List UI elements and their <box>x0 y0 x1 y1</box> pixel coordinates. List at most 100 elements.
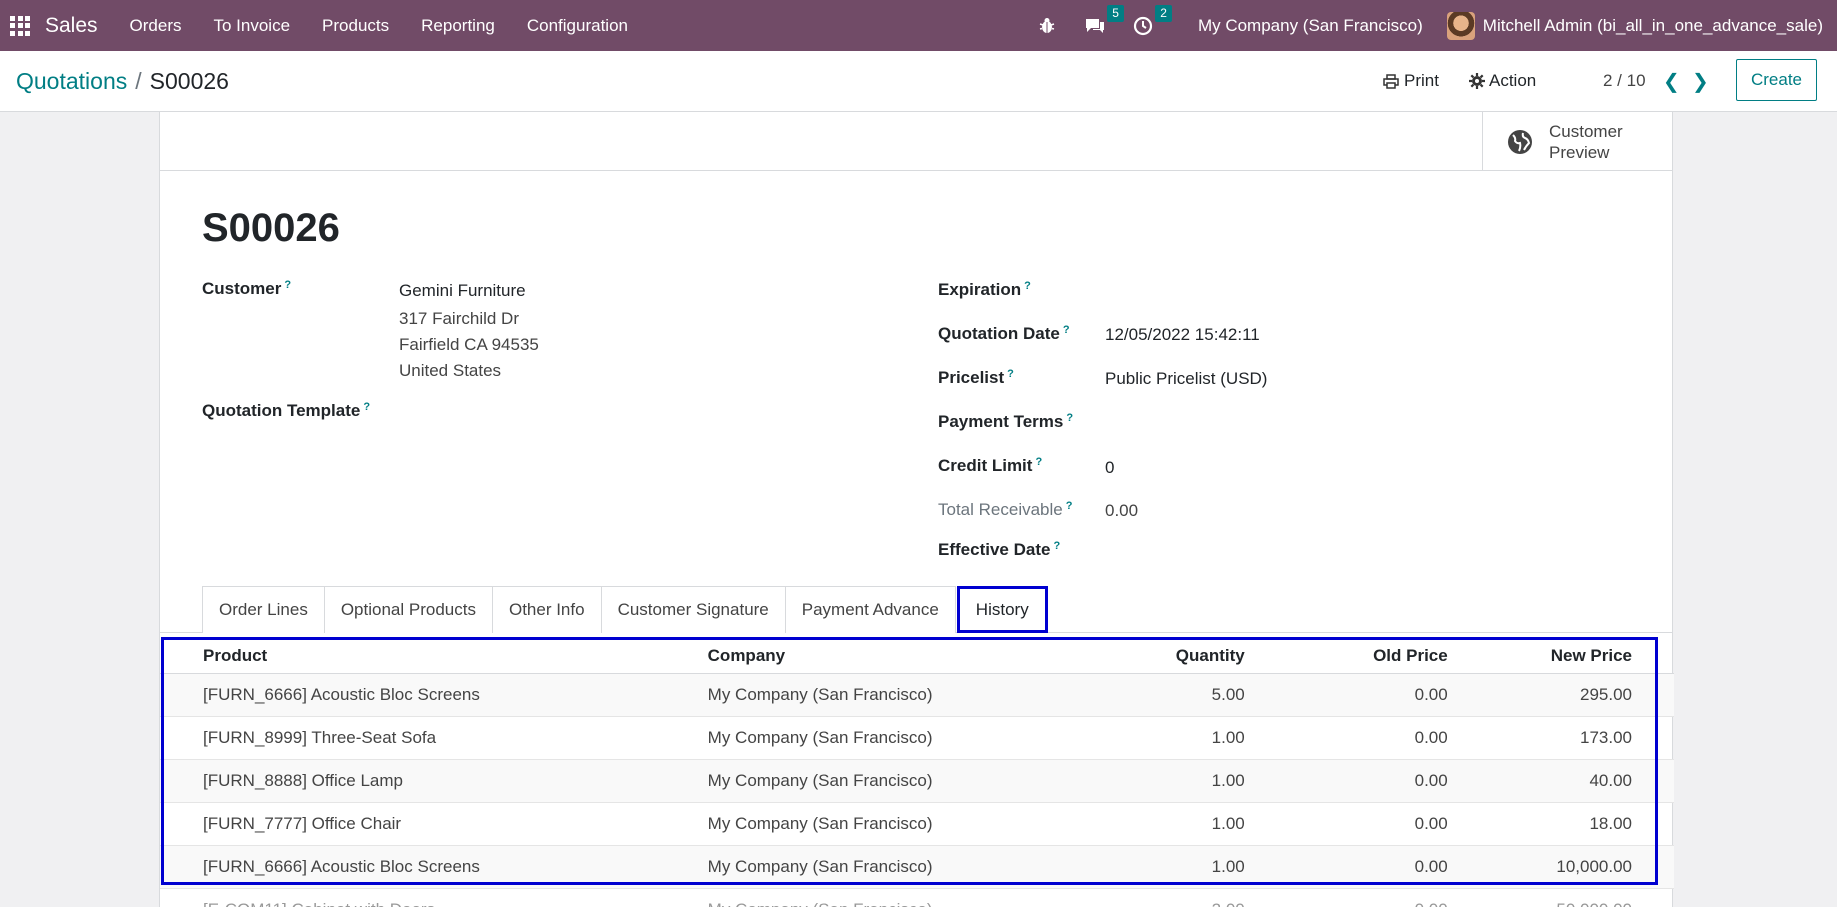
avatar[interactable] <box>1446 11 1475 40</box>
help-icon: ? <box>1053 540 1061 552</box>
new-price-cell: 50,000.00 <box>1447 888 1674 907</box>
old-price-cell: 0.00 <box>1244 888 1448 907</box>
control-panel: Quotations / S00026 Print Action 2 / 10 ❮ … <box>0 51 1837 112</box>
bug-icon[interactable] <box>1036 15 1058 37</box>
breadcrumb-separator: / <box>135 68 142 94</box>
top-navbar: Sales Orders To Invoice Products Reporti… <box>0 0 1837 51</box>
quotation-template-label: Quotation Template? <box>202 401 371 420</box>
customer-field[interactable]: Gemini Furniture <box>399 281 526 301</box>
old-price-cell: 0.00 <box>1244 845 1448 889</box>
old-price-cell: 0.00 <box>1244 802 1448 846</box>
smart-button-box: Customer Preview <box>160 112 1672 171</box>
credit-limit-field[interactable]: 0 <box>1105 458 1114 478</box>
pager-next-icon[interactable]: ❯ <box>1692 69 1709 94</box>
tab-order-lines[interactable]: Order Lines <box>202 586 325 633</box>
create-button[interactable]: Create <box>1736 59 1817 101</box>
product-cell: [FURN_6666] Acoustic Bloc Screens <box>160 673 708 717</box>
quantity-cell: 1.00 <box>1088 802 1245 846</box>
company-cell: My Company (San Francisco) <box>707 716 1089 760</box>
quantity-cell: 1.00 <box>1088 845 1245 889</box>
new-price-cell: 173.00 <box>1447 716 1674 760</box>
column-header-new-price[interactable]: New Price <box>1447 640 1674 674</box>
action-label: Action <box>1489 71 1537 90</box>
action-button[interactable]: Action <box>1469 71 1536 91</box>
address-line: Fairfield CA 94535 <box>399 335 539 354</box>
quotation-date-field[interactable]: 12/05/2022 15:42:11 <box>1105 325 1260 345</box>
pricelist-label: Pricelist? <box>938 368 1014 387</box>
new-price-cell: 10,000.00 <box>1447 845 1674 889</box>
help-icon: ? <box>363 401 371 413</box>
company-cell: My Company (San Francisco) <box>707 845 1089 889</box>
chat-icon[interactable]: 5 <box>1084 4 1124 37</box>
print-label: Print <box>1404 71 1439 90</box>
help-icon: ? <box>1062 324 1070 336</box>
column-header-quantity[interactable]: Quantity <box>1088 640 1245 674</box>
payment-terms-label: Payment Terms? <box>938 412 1074 431</box>
help-icon: ? <box>1065 500 1073 512</box>
menu-orders[interactable]: Orders <box>130 16 182 36</box>
total-receivable-label: Total Receivable? <box>938 500 1073 519</box>
tab-other-info[interactable]: Other Info <box>491 586 602 633</box>
product-cell: [FURN_8999] Three-Seat Sofa <box>160 716 708 760</box>
quantity-cell: 5.00 <box>1088 673 1245 717</box>
old-price-cell: 0.00 <box>1244 716 1448 760</box>
effective-date-label: Effective Date? <box>938 540 1061 559</box>
company-cell: My Company (San Francisco) <box>707 888 1089 907</box>
table-row[interactable]: [E-COM11] Cabinet with Doors My Company … <box>160 888 1674 907</box>
user-menu[interactable]: Mitchell Admin (bi_all_in_one_advance_sa… <box>1483 16 1823 36</box>
new-price-cell: 295.00 <box>1447 673 1674 717</box>
column-header-company[interactable]: Company <box>707 640 1089 674</box>
menu-configuration[interactable]: Configuration <box>527 16 628 36</box>
tab-history[interactable]: History <box>956 586 1048 633</box>
address-line: 317 Fairchild Dr <box>399 309 519 328</box>
help-icon: ? <box>1035 456 1043 468</box>
customer-preview-button[interactable]: Customer Preview <box>1482 112 1672 171</box>
apps-grid-icon[interactable] <box>10 15 30 36</box>
print-icon <box>1383 73 1399 89</box>
gear-icon <box>1469 73 1485 89</box>
globe-icon <box>1508 129 1532 154</box>
product-cell: [E-COM11] Cabinet with Doors <box>160 888 708 907</box>
pager-value[interactable]: 2 / 10 <box>1603 71 1646 91</box>
tab-payment-advance[interactable]: Payment Advance <box>784 586 956 633</box>
table-row[interactable]: [FURN_6666] Acoustic Bloc Screens My Com… <box>160 673 1674 717</box>
navbar-systray: 5 2 My Company (San Francisco) Mitchell … <box>1036 0 1837 51</box>
tab-customer-signature[interactable]: Customer Signature <box>600 586 786 633</box>
quantity-cell: 1.00 <box>1088 716 1245 760</box>
product-cell: [FURN_6666] Acoustic Bloc Screens <box>160 845 708 889</box>
column-header-product[interactable]: Product <box>160 640 708 674</box>
total-receivable-value: 0.00 <box>1105 501 1139 520</box>
table-row[interactable]: [FURN_7777] Office Chair My Company (San… <box>160 802 1674 846</box>
print-button[interactable]: Print <box>1383 71 1439 91</box>
breadcrumb-quotations[interactable]: Quotations <box>16 68 127 94</box>
quotation-date-label: Quotation Date? <box>938 324 1070 343</box>
menu-reporting[interactable]: Reporting <box>421 16 495 36</box>
tab-optional-products[interactable]: Optional Products <box>323 586 493 633</box>
company-cell: My Company (San Francisco) <box>707 673 1089 717</box>
help-icon: ? <box>1007 368 1014 380</box>
clock-icon[interactable]: 2 <box>1132 4 1172 37</box>
breadcrumb: Quotations / S00026 <box>16 68 229 95</box>
company-cell: My Company (San Francisco) <box>707 759 1089 803</box>
history-table: Product Company Quantity Old Price New P… <box>160 640 1674 907</box>
company-switcher[interactable]: My Company (San Francisco) <box>1198 16 1423 36</box>
customer-label: Customer? <box>202 279 292 298</box>
app-brand[interactable]: Sales <box>45 14 98 38</box>
menu-to-invoice[interactable]: To Invoice <box>214 16 291 36</box>
table-row[interactable]: [FURN_8999] Three-Seat Sofa My Company (… <box>160 716 1674 760</box>
table-row[interactable]: [FURN_6666] Acoustic Bloc Screens My Com… <box>160 845 1674 889</box>
pricelist-field[interactable]: Public Pricelist (USD) <box>1105 369 1267 389</box>
product-cell: [FURN_8888] Office Lamp <box>160 759 708 803</box>
pager-previous-icon[interactable]: ❮ <box>1663 69 1680 94</box>
help-icon: ? <box>1066 412 1074 424</box>
notebook-tabs: Order Lines Optional Products Other Info… <box>202 586 1048 633</box>
address-line: United States <box>399 361 502 380</box>
menu-products[interactable]: Products <box>322 16 389 36</box>
column-header-old-price[interactable]: Old Price <box>1244 640 1448 674</box>
table-row[interactable]: [FURN_8888] Office Lamp My Company (San … <box>160 759 1674 803</box>
customer-preview-line2: Preview <box>1549 142 1610 162</box>
customer-preview-line1: Customer <box>1549 121 1623 141</box>
old-price-cell: 0.00 <box>1244 759 1448 803</box>
credit-limit-label: Credit Limit? <box>938 456 1043 475</box>
activity-count-badge: 2 <box>1155 4 1172 22</box>
